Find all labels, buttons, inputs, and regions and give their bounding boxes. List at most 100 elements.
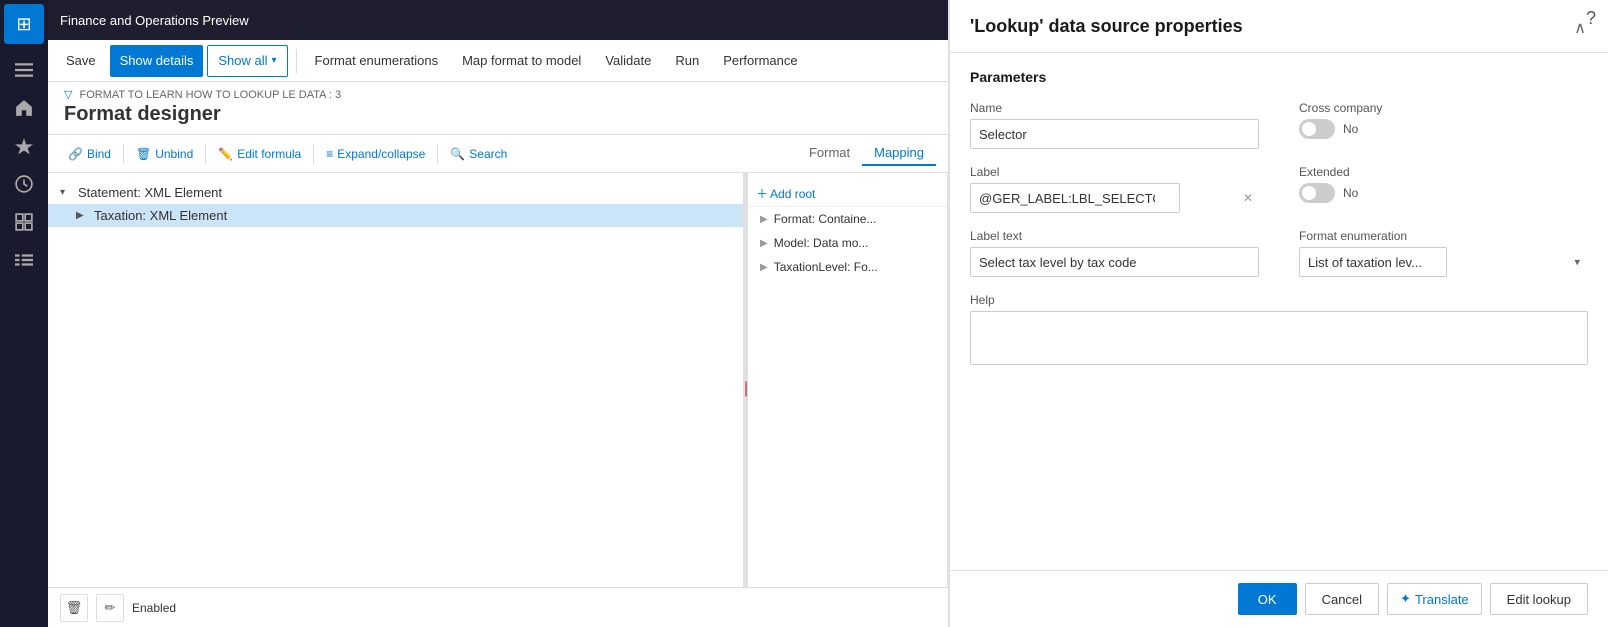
tree-panel: ▾ Statement: XML Element ▶ Taxation: XML… [48,173,744,587]
action-toolbar: 🔗 Bind 🗑 Unbind ✏️ Edit formula ≡ Expand… [48,135,948,173]
bind-icon: 🔗 [68,147,83,161]
sidebar-item-home[interactable] [4,90,44,126]
format-enum-select-wrapper: List of taxation lev... ▾ [1299,247,1588,277]
mapping-item-format[interactable]: ▶ Format: Containe... [748,207,947,231]
expand-collapse-button[interactable]: ≡ Expand/collapse [318,140,433,168]
sidebar-item-list[interactable] [4,242,44,278]
page-header: ▽ FORMAT TO LEARN HOW TO LOOKUP LE DATA … [48,82,948,135]
mapping-panel: ＋ Add root ▶ Format: Containe... ▶ Model… [748,173,948,587]
label-text-prop-group: Label text [970,229,1259,277]
add-root-button[interactable]: ＋ Add root [756,185,815,202]
filter-icon: ▽ [64,89,72,101]
label-input-wrapper: ✕ [970,183,1259,213]
format-enum-prop-group: Format enumeration List of taxation lev.… [1299,229,1588,277]
label-input[interactable] [970,183,1180,213]
format-enum-select[interactable]: List of taxation lev... [1299,247,1447,277]
help-textarea[interactable] [970,311,1588,365]
format-enumerations-button[interactable]: Format enumerations [305,45,449,77]
tab-mapping[interactable]: Mapping [862,141,936,166]
sidebar-item-favorites[interactable] [4,128,44,164]
show-all-button[interactable]: Show all ▾ [207,45,287,77]
right-panel-header: 'Lookup' data source properties ∧ [950,0,1608,53]
delete-button[interactable]: 🗑 [60,594,88,622]
divider-bar[interactable] [744,173,748,587]
main-toolbar: Save Show details Show all ▾ Format enum… [48,40,948,82]
extended-toggle[interactable] [1299,183,1335,203]
help-icon[interactable]: ? [1586,8,1596,29]
content-area: ▾ Statement: XML Element ▶ Taxation: XML… [48,173,948,587]
tree-item-taxation[interactable]: ▶ Taxation: XML Element [48,204,743,227]
show-all-dropdown-arrow: ▾ [272,55,277,66]
cross-company-label: Cross company [1299,101,1588,115]
toolbar-separator-1 [296,49,297,73]
label-prop-group: Label ✕ [970,165,1259,213]
run-button[interactable]: Run [665,45,709,77]
mapping-item-format-label: Format: Containe... [774,212,877,226]
bind-button[interactable]: 🔗 Bind [60,140,119,168]
mapping-item-taxlevel[interactable]: ▶ TaxationLevel: Fo... [748,255,947,279]
edit-icon: ✏ [105,600,116,616]
extended-label: Extended [1299,165,1588,179]
tree-toggle-taxation: ▶ [76,210,88,221]
top-bar: Finance and Operations Preview [48,0,948,40]
ok-button[interactable]: OK [1238,583,1297,615]
page-title: Format designer [64,103,932,126]
action-sep-1 [123,144,124,164]
parameters-section-title: Parameters [970,69,1588,85]
app-icon[interactable]: ⊞ [4,4,44,44]
sidebar: ⊞ [0,0,48,627]
label-text-input[interactable] [970,247,1259,277]
sidebar-item-menu[interactable] [4,52,44,88]
name-prop-group: Name [970,101,1259,149]
extended-toggle-group: No [1299,183,1588,203]
extended-prop-group: Extended No [1299,165,1588,213]
cross-company-toggle[interactable] [1299,119,1335,139]
action-sep-3 [313,144,314,164]
tree-item-taxation-label: Taxation: XML Element [94,208,227,223]
properties-grid: Name Cross company No Label ✕ [970,101,1588,365]
cross-company-value: No [1343,122,1358,136]
edit-formula-button[interactable]: ✏️ Edit formula [210,140,309,168]
map-format-button[interactable]: Map format to model [452,45,591,77]
bottom-bar: 🗑 ✏ Enabled [48,587,948,627]
search-icon: 🔍 [450,147,465,161]
mapping-item-model[interactable]: ▶ Model: Data mo... [748,231,947,255]
edit-button[interactable]: ✏ [96,594,124,622]
right-panel: 'Lookup' data source properties ∧ Parame… [948,0,1608,627]
sidebar-item-recent[interactable] [4,166,44,202]
help-prop-group: Help [970,293,1588,365]
unbind-icon: 🗑 [136,147,151,161]
tree-toggle-statement: ▾ [60,187,72,198]
performance-button[interactable]: Performance [713,45,807,77]
cancel-button[interactable]: Cancel [1305,583,1379,615]
format-enum-label: Format enumeration [1299,229,1588,243]
name-label: Name [970,101,1259,115]
translate-icon: ✦ [1400,591,1411,607]
tab-format[interactable]: Format [797,141,862,166]
search-button[interactable]: 🔍 Search [442,140,515,168]
app-title: Finance and Operations Preview [60,13,249,28]
sidebar-item-workspaces[interactable] [4,204,44,240]
delete-icon: 🗑 [66,600,83,616]
translate-button[interactable]: ✦ Translate [1387,583,1482,615]
mapping-arrow-1: ▶ [760,214,768,225]
right-panel-title: 'Lookup' data source properties [970,16,1243,37]
edit-lookup-button[interactable]: Edit lookup [1490,583,1588,615]
add-icon: ＋ [756,185,768,202]
edit-icon: ✏️ [218,147,233,161]
unbind-button[interactable]: 🗑 Unbind [128,140,201,168]
validate-button[interactable]: Validate [595,45,661,77]
action-sep-2 [205,144,206,164]
tree-item-statement[interactable]: ▾ Statement: XML Element [48,181,743,204]
mapping-toolbar: ＋ Add root [748,181,947,207]
save-button[interactable]: Save [56,45,106,77]
tree-item-statement-label: Statement: XML Element [78,185,222,200]
name-input[interactable] [970,119,1259,149]
mapping-arrow-3: ▶ [760,262,768,273]
extended-value: No [1343,186,1358,200]
label-label: Label [970,165,1259,179]
show-details-button[interactable]: Show details [110,45,204,77]
mapping-item-model-label: Model: Data mo... [774,236,869,250]
label-clear-button[interactable]: ✕ [1243,191,1253,205]
help-label: Help [970,293,1588,307]
